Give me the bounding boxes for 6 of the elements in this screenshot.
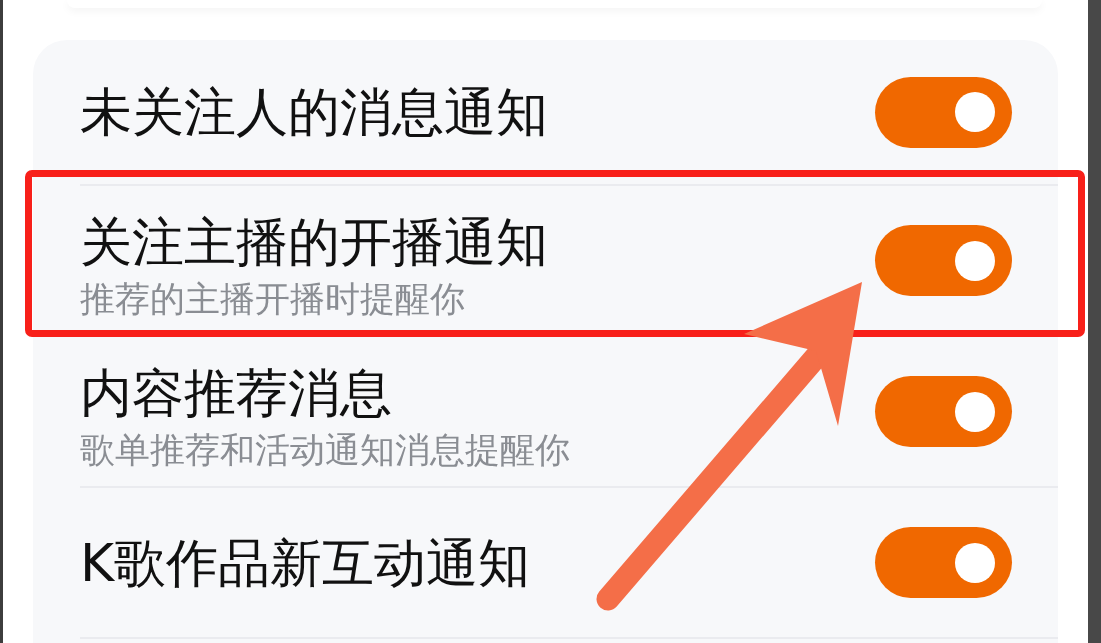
- setting-description: 推荐的主播开播时提醒你: [80, 277, 466, 320]
- setting-description: 歌单推荐和活动通知消息提醒你: [80, 428, 570, 471]
- setting-title: 内容推荐消息: [80, 364, 393, 421]
- setting-title: 未关注人的消息通知: [80, 84, 548, 140]
- setting-title: 关注主播的开播通知: [80, 213, 548, 270]
- setting-title: K歌作品新互动通知: [80, 534, 531, 591]
